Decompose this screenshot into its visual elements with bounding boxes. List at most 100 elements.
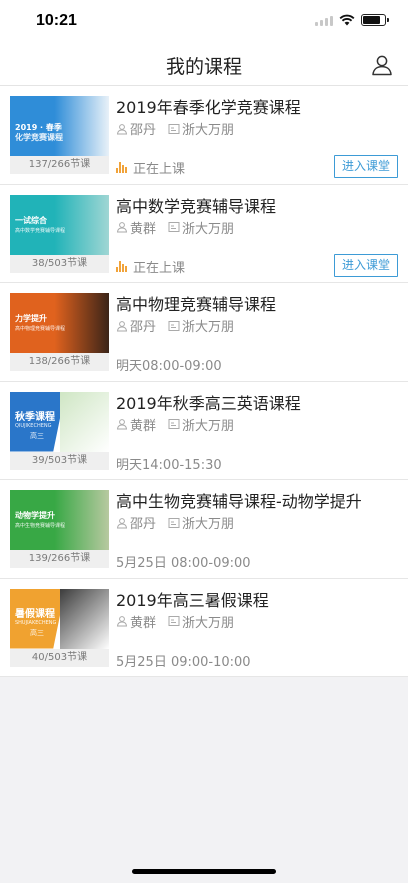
course-item[interactable]: 暑假课程 SHUJIAKECHENG 高三 40/503节课 2019年高三暑假课程 黄群… [0, 578, 408, 677]
course-meta: 邵丹 浙大万朋 [116, 513, 234, 532]
teacher-name: 邵丹 [130, 320, 157, 335]
course-item[interactable]: 动物学提升 高中生物竞赛辅导课程 139/266节课 高中生物竞赛辅导课程-动物学提升… [0, 480, 408, 579]
wifi-icon [339, 14, 355, 26]
teacher-icon [116, 419, 128, 430]
status-icons [315, 14, 389, 26]
teacher-name: 邵丹 [130, 517, 157, 532]
org-name: 浙大万朋 [182, 517, 235, 532]
teacher-icon [116, 123, 128, 134]
enter-classroom-button[interactable]: 进入课堂 [334, 253, 398, 277]
home-indicator [132, 869, 276, 874]
teacher-name: 黄群 [130, 221, 157, 237]
thumb-subtitle: 高中生物竞赛辅导课程 [15, 523, 66, 529]
course-title[interactable]: 高中数学竞赛辅导课程 [116, 193, 400, 217]
course-title[interactable]: 2019年春季化学竞赛课程 [116, 94, 400, 118]
cellular-signal-icon [315, 14, 333, 26]
teacher-icon [116, 517, 128, 528]
course-list: 2019 · 春季 化学竞赛课程 137/266节课 2019年春季化学竞赛课程 邵丹浙… [0, 86, 408, 677]
course-thumbnail[interactable]: 一试综合 高中数学竞赛辅导课程 38/503节课 [10, 194, 109, 273]
thumb-subtitle: 高中数学竞赛辅导课程 [15, 227, 66, 234]
thumb-subtitle: 化学竞赛课程 [15, 133, 63, 142]
org-name: 浙大万朋 [182, 320, 235, 335]
course-cover-image: 一试综合高中数学竞赛辅导课程 [10, 194, 109, 255]
status-time: 10:21 [36, 12, 77, 29]
course-meta: 邵丹 浙大万朋 [116, 316, 234, 335]
course-cover-image: 力学提升高中物理竞赛辅导课程 [10, 293, 109, 353]
thumb-title: 动物学提升 [15, 511, 55, 520]
course-meta: 邵丹 浙大万朋 [116, 119, 234, 138]
course-item[interactable]: 秋季课程 QIUJIKECHENG 高三 39/503节课 2019年秋季高三英语课程黄… [0, 381, 408, 480]
teacher-icon [116, 320, 128, 331]
course-item[interactable]: 2019 · 春季 化学竞赛课程 137/266节课 2019年春季化学竞赛课程邵丹 浙… [0, 86, 408, 185]
status-text: 5月25日 08:00-09:00 [116, 556, 251, 571]
thumb-title: 秋季课程 [15, 411, 55, 423]
teacher-icon [116, 616, 128, 627]
course-title[interactable]: 高中生物竞赛辅导课程-动物学提升 [116, 488, 400, 512]
course-thumbnail[interactable]: 暑假课程 SHUJIAKECHENG 高三 40/503节课 [10, 588, 109, 667]
course-cover-image: 暑假课程 SHUJIAKECHENG 高三 [10, 588, 109, 649]
course-thumbnail[interactable]: 力学提升 高中物理竞赛辅导课程 138/266节课 [10, 293, 109, 371]
course-title[interactable]: 2019年秋季高三英语课程 [116, 390, 400, 414]
org-name: 浙大万朋 [182, 123, 235, 138]
lesson-count: 138/266节课 [10, 353, 109, 371]
course-status: 正在上课 [116, 158, 185, 177]
status-text: 明天14:00-15:30 [116, 457, 222, 473]
course-meta: 黄群 浙大万朋 [116, 612, 234, 631]
page-title: 我的课程 [165, 56, 242, 78]
course-thumbnail[interactable]: 2019 · 春季 化学竞赛课程 137/266节课 [10, 96, 109, 174]
thumb-subtitle: SHUJIAKECHENG [15, 619, 57, 626]
status-text: 正在上课 [133, 162, 186, 177]
course-status: 5月25日 09:00-10:00 [116, 651, 251, 670]
course-title[interactable]: 高中物理竞赛辅导课程 [116, 291, 400, 315]
course-cover-image: 动物学提升高中生物竞赛辅导课程 [10, 490, 109, 550]
status-bar: 10:21 [0, 0, 408, 44]
teacher-name: 黄群 [130, 418, 157, 434]
thumb-title: 暑假课程 [15, 608, 55, 620]
school-card-icon [168, 616, 180, 626]
school-card-icon [168, 222, 180, 232]
lesson-count: 40/503节课 [10, 648, 109, 667]
course-thumbnail[interactable]: 动物学提升 高中生物竞赛辅导课程 139/266节课 [10, 490, 109, 568]
status-text: 5月25日 09:00-10:00 [116, 654, 251, 670]
school-card-icon [168, 320, 180, 331]
course-item[interactable]: 一试综合 高中数学竞赛辅导课程 38/503节课 高中数学竞赛辅导课程 黄群 浙大万朋 正在… [0, 184, 408, 283]
school-card-icon [168, 517, 180, 528]
course-status: 明天08:00-09:00 [116, 355, 222, 374]
course-status: 明天14:00-15:30 [116, 454, 222, 473]
course-meta: 黄群 浙大万朋 [116, 415, 234, 434]
live-bars-icon [116, 260, 127, 272]
course-item[interactable]: 力学提升 高中物理竞赛辅导课程 138/266节课 高中物理竞赛辅导课程 邵丹 浙大万朋明… [0, 283, 408, 382]
teacher-name: 邵丹 [130, 123, 157, 138]
course-status: 5月25日 08:00-09:00 [116, 552, 251, 571]
live-bars-icon [116, 162, 127, 173]
org-name: 浙大万朋 [182, 221, 235, 237]
school-card-icon [168, 419, 180, 429]
course-cover-image: 2019 · 春季 化学竞赛课程 [10, 96, 109, 156]
enter-classroom-button[interactable]: 进入课堂 [334, 155, 398, 178]
thumb-title: 力学提升 [15, 314, 47, 323]
thumb-title: 一试综合 [15, 215, 47, 225]
course-thumbnail[interactable]: 秋季课程 QIUJIKECHENG 高三 39/503节课 [10, 391, 109, 470]
teacher-name: 黄群 [130, 615, 157, 631]
lesson-count: 137/266节课 [10, 156, 109, 174]
course-meta: 黄群 浙大万朋 [116, 218, 234, 237]
nav-bar: 我的课程 [0, 44, 408, 86]
lesson-count: 139/266节课 [10, 550, 109, 568]
school-card-icon [168, 123, 180, 134]
status-text: 正在上课 [133, 260, 186, 276]
battery-icon [361, 14, 389, 26]
teacher-icon [116, 222, 128, 233]
course-status: 正在上课 [116, 257, 185, 276]
lesson-count: 39/503节课 [10, 451, 109, 470]
lesson-count: 38/503节课 [10, 254, 109, 273]
thumb-grade: 高三 [30, 431, 44, 440]
thumb-subtitle: 高中物理竞赛辅导课程 [15, 326, 66, 332]
status-text: 明天08:00-09:00 [116, 359, 222, 374]
profile-icon[interactable] [370, 53, 394, 77]
course-title[interactable]: 2019年高三暑假课程 [116, 587, 400, 611]
org-name: 浙大万朋 [182, 418, 235, 434]
course-cover-image: 秋季课程 QIUJIKECHENG 高三 [10, 391, 109, 452]
thumb-grade: 高三 [30, 628, 44, 637]
thumb-subtitle: QIUJIKECHENG [15, 422, 52, 429]
org-name: 浙大万朋 [182, 615, 235, 631]
